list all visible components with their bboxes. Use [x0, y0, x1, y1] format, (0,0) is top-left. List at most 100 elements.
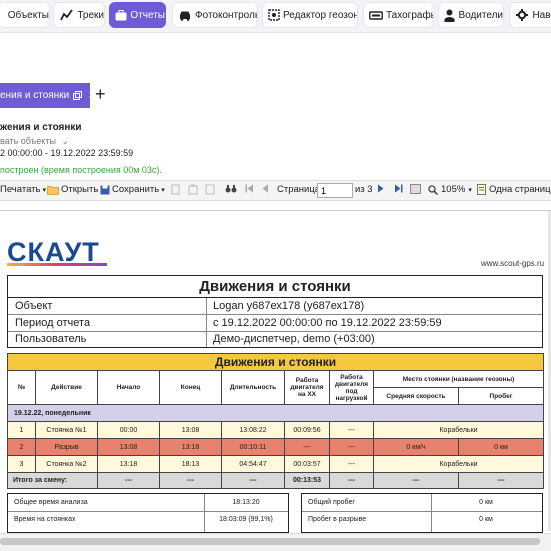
header-key: Объект	[15, 300, 53, 312]
column-header: Действие	[35, 370, 98, 405]
report-header-box: Движения и стоянки Объект Logan у687ех17…	[7, 275, 543, 348]
zoom-value: 105%	[441, 184, 466, 195]
nav-tachographs-button[interactable]: Тахографы	[363, 2, 434, 28]
cell-start: 13:18	[97, 455, 160, 473]
page-number-input[interactable]	[317, 183, 353, 198]
nav-reports-label: Отчеты	[130, 9, 165, 21]
table-row: 1 Стоянка №1 00:00 13:08 13:08:22 00:09:…	[7, 421, 545, 439]
page-label: Страница	[277, 184, 321, 195]
report-tab-label: ения и стоянки	[0, 90, 70, 101]
document-icon[interactable]	[205, 184, 215, 195]
nav-geofence-editor-button[interactable]: Редактор геозон	[262, 2, 358, 28]
cell-end: 13:18	[159, 438, 222, 456]
summary-value: 0 км	[479, 516, 493, 523]
last-page-icon[interactable]	[394, 184, 403, 193]
summary-time-box: Общее время анализа 18:13:20 Время на ст…	[7, 493, 289, 533]
cell-load: ---	[329, 438, 374, 456]
tab-close-icon[interactable]: ✕	[88, 90, 90, 101]
open-label: Открыть	[61, 184, 99, 195]
header-row-object: Объект Logan у687ех178 (у687ех178)	[8, 298, 542, 314]
print-button[interactable]: Печатать ▾	[0, 184, 46, 195]
nav-photocontrol-label: Фотоконтроль	[195, 9, 258, 21]
header-row-period: Период отчета с 19.12.2022 00:00:00 по 1…	[8, 315, 542, 331]
column-header: Работа двигателя под нагрузкой	[329, 370, 374, 405]
summary-value: 0 км	[479, 499, 493, 506]
cell-duration: 04:54:47	[221, 455, 285, 473]
nav-objects-button[interactable]: Объекты	[0, 2, 50, 28]
report-main-title: Движения и стоянки	[8, 276, 542, 298]
cell-end: 13:08	[159, 421, 222, 439]
reports-icon	[115, 9, 127, 21]
cell-idle: 00:03:57	[284, 455, 330, 473]
copy-icon[interactable]	[171, 184, 181, 195]
summary-key: Общее время анализа	[14, 499, 88, 506]
report-status: построен (время построения 00м 03с).	[0, 165, 162, 175]
total-row: Итого за смену: --- --- --- 00:13:53 ---…	[7, 472, 545, 489]
open-button[interactable]: Открыть	[47, 184, 98, 195]
column-header: №	[7, 370, 36, 405]
cell-action: Стоянка №2	[35, 455, 98, 473]
next-page-icon[interactable]	[377, 184, 384, 193]
nav-tracks-button[interactable]: Треки	[53, 2, 105, 28]
header-key: Период отчета	[15, 317, 91, 329]
folder-icon	[47, 185, 59, 195]
summary-row: Пробег в разрыве 0 км	[302, 513, 542, 527]
cell-mileage: ---	[457, 472, 545, 489]
column-header: Пробег	[457, 387, 545, 405]
save-button[interactable]: Сохранить ▾	[100, 184, 165, 195]
nav-objects-label: Объекты	[7, 9, 49, 21]
cell-start: ---	[97, 472, 160, 489]
chevron-down-icon: ⌄	[61, 136, 69, 146]
summary-row: Время на стоянках 18:03:09 (99,1%)	[8, 513, 288, 527]
cell-idle: ---	[284, 438, 330, 456]
horizontal-scrollbar[interactable]	[0, 533, 551, 551]
cell-number: 3	[7, 455, 36, 473]
first-page-icon[interactable]	[245, 184, 254, 193]
add-tab-button[interactable]: +	[95, 84, 106, 105]
zoom-control[interactable]: 105% ▾	[428, 184, 472, 195]
header-row-user: Пользователь Демо-диспетчер, demo (+03:0…	[8, 331, 542, 347]
summary-mileage-box: Общий пробег 0 км Пробег в разрыве 0 км	[301, 493, 543, 533]
cell-start: 13:08	[97, 438, 160, 456]
nav-drivers-button[interactable]: Водители	[438, 2, 504, 28]
view-mode-control[interactable]: Одна страница	[477, 184, 551, 195]
table-title: Движения и стоянки	[6, 353, 545, 371]
header-value: с 19.12.2022 00:00:00 по 19.12.2022 23:5…	[213, 317, 442, 329]
cell-place: Корабельки	[372, 455, 545, 473]
column-header: Длительность	[221, 370, 285, 405]
nav-reports-button[interactable]: Отчеты	[109, 2, 166, 28]
logo-underline	[7, 263, 107, 266]
scrollbar-thumb[interactable]	[0, 538, 540, 545]
cell-speed: 0 км/ч	[373, 438, 459, 456]
show-objects-toggle[interactable]: вать объекты ⌄	[0, 136, 69, 147]
nav-photocontrol-button[interactable]: Фотоконтроль	[172, 2, 258, 28]
viewer-separator	[0, 210, 551, 211]
find-icon[interactable]	[225, 184, 237, 194]
cell-action: Разрыв	[35, 438, 98, 456]
cell-number: 2	[7, 438, 36, 456]
report-tab[interactable]: ения и стоянки ✕	[0, 83, 90, 108]
column-header: Конец	[159, 370, 222, 405]
previous-page-icon[interactable]	[262, 184, 269, 193]
paste-icon[interactable]	[188, 184, 198, 195]
nav-navigation-button[interactable]: Наве	[509, 2, 551, 28]
thumbnails-icon[interactable]	[410, 184, 421, 194]
view-mode-label: Одна страница	[489, 184, 551, 195]
dropdown-arrow-icon: ▾	[468, 186, 472, 194]
cell-place: Корабельки	[372, 421, 545, 439]
save-label: Сохранить	[112, 184, 160, 195]
page-count: из 3	[355, 184, 373, 195]
cell-end: ---	[159, 472, 222, 489]
summary-key: Время на стоянках	[14, 516, 76, 523]
cell-mileage: 0 км	[457, 438, 545, 456]
nav-tachographs-label: Тахографы	[386, 9, 434, 21]
report-title: жения и стоянки	[0, 122, 82, 133]
cell-duration: ---	[221, 472, 285, 489]
nav-drivers-label: Водители	[458, 9, 503, 21]
column-header: Работа двигателя на ХХ	[284, 370, 330, 405]
geofence-icon	[268, 9, 280, 21]
summary-row: Общий пробег 0 км	[302, 496, 542, 510]
report-period: 2 00:00:00 - 19.12.2022 23:59:59	[0, 148, 134, 158]
cell-action: Стоянка №1	[35, 421, 98, 439]
tab-detach-icon[interactable]	[73, 91, 83, 100]
